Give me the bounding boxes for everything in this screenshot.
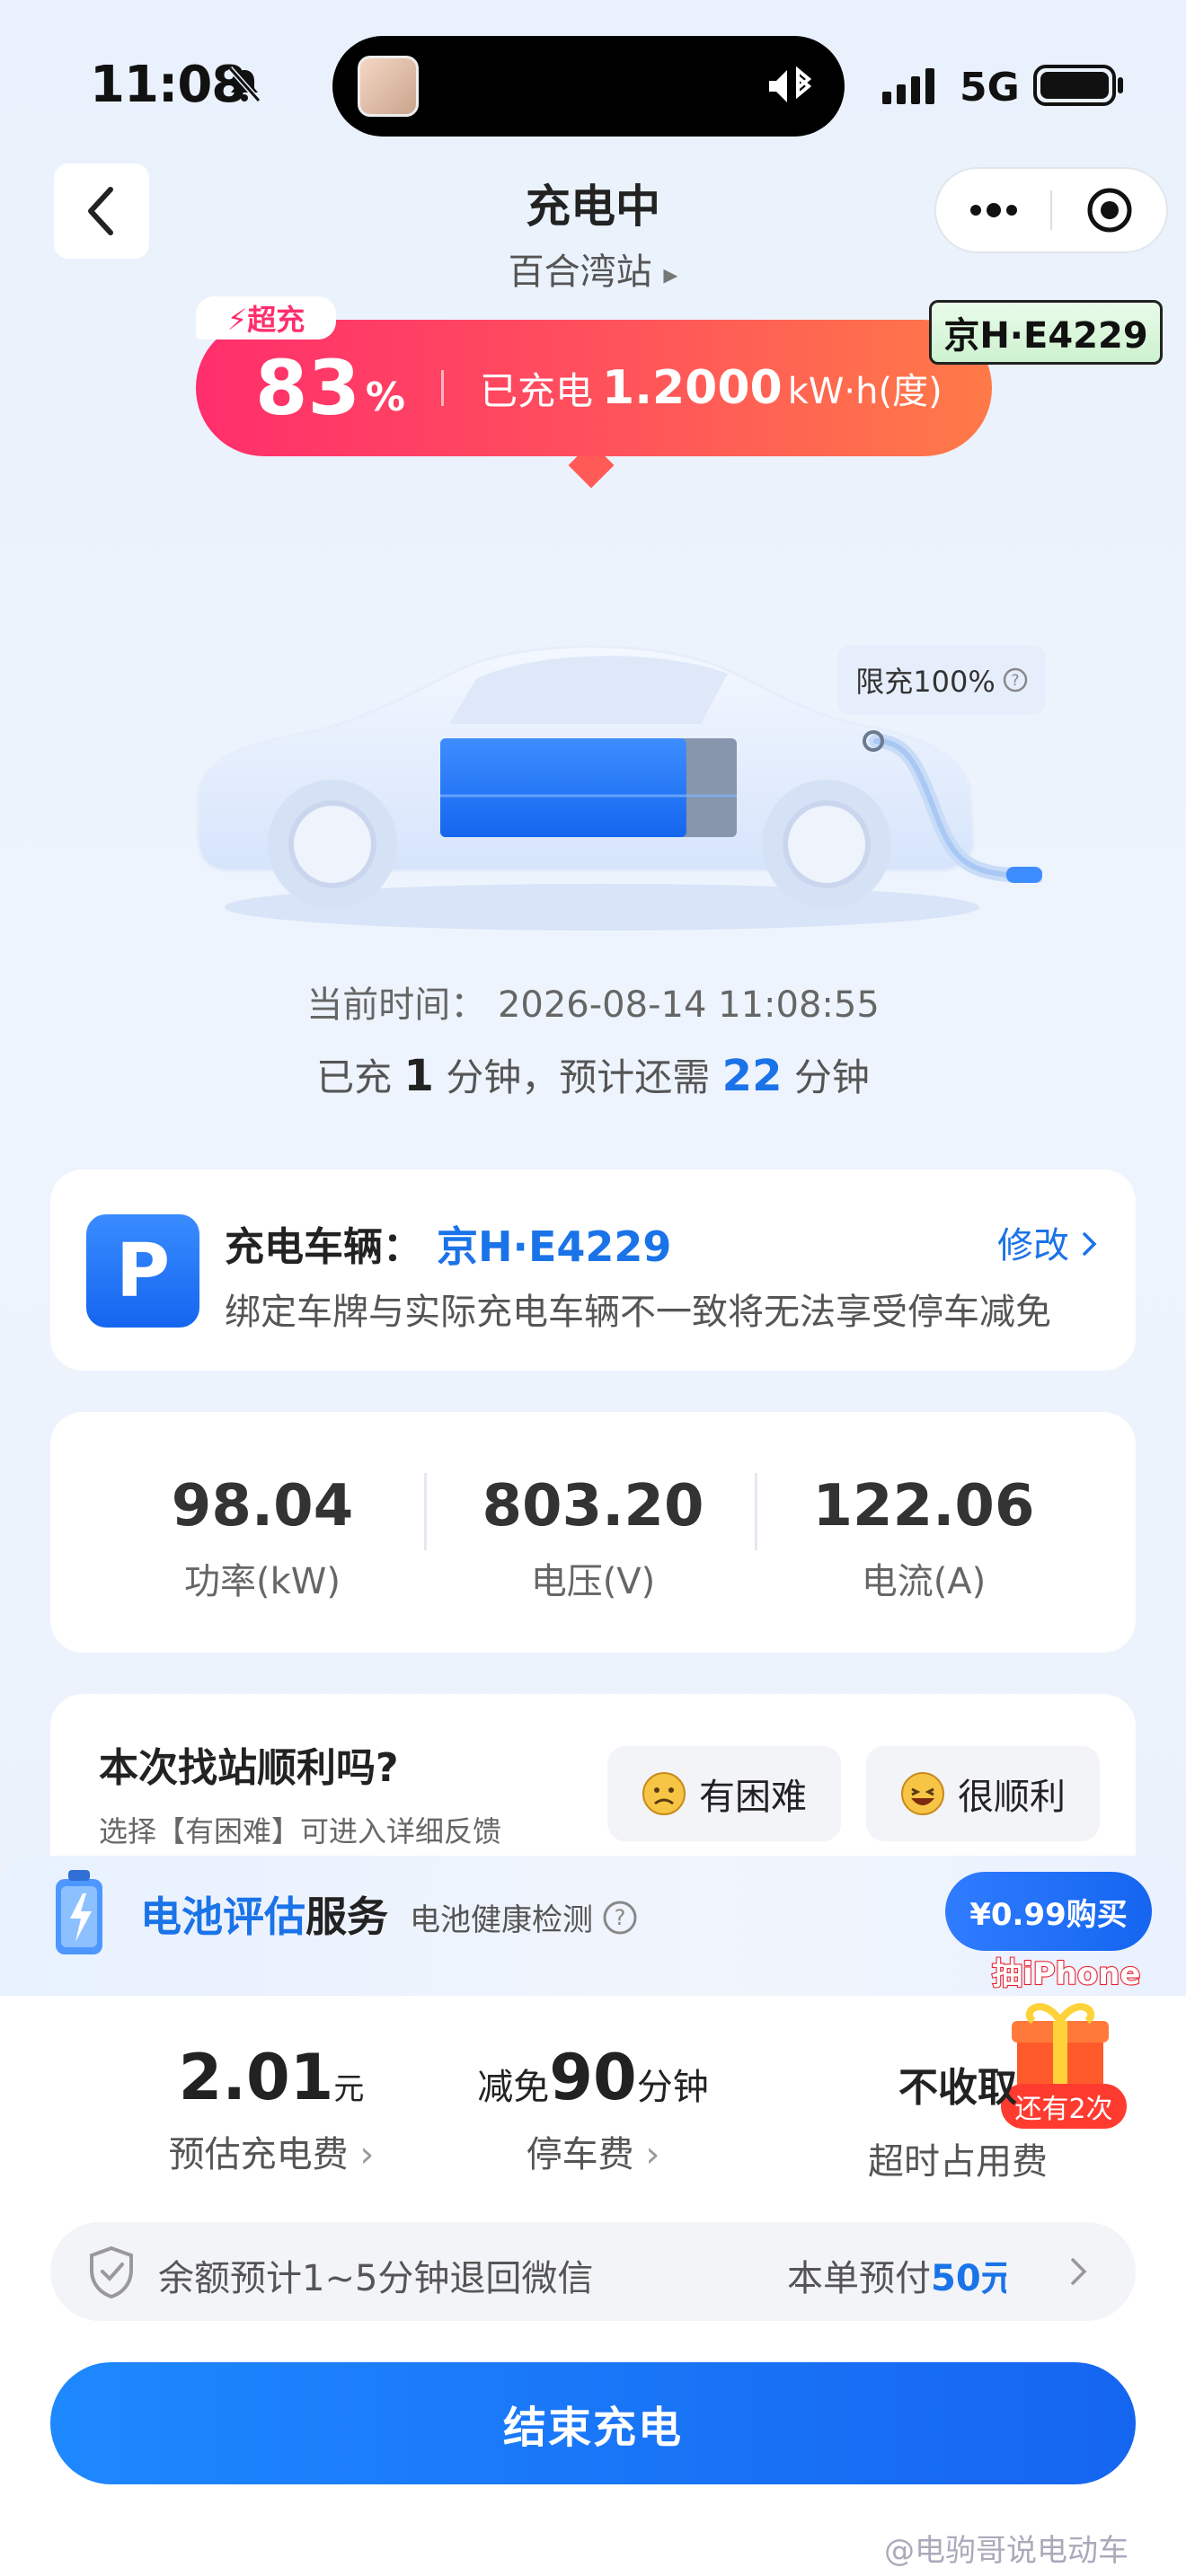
shield-check-icon <box>90 2245 133 2298</box>
banner-divider <box>441 370 444 406</box>
fee-parking-value: 90 <box>549 2041 637 2114</box>
feedback-smooth-label: 很顺利 <box>958 1777 1066 1818</box>
stat-voltage-value: 803.20 <box>482 1473 704 1539</box>
battery-check-icon <box>56 1870 102 1954</box>
mini-program-capsule <box>934 167 1168 253</box>
cellular-signal-icon <box>882 68 934 104</box>
eta-suffix: 分钟 <box>793 1055 870 1099</box>
edit-vehicle-label: 修改 <box>997 1225 1069 1266</box>
chevron-right-icon: › <box>359 2134 375 2175</box>
battery-service-title-a: 电池评估 <box>140 1892 305 1941</box>
vehicle-plate: 京H·E4229 <box>437 1222 672 1271</box>
battery-icon <box>1033 65 1116 106</box>
fee-overtime: 不收取 超时占用费 <box>787 2041 1128 2184</box>
battery-service-title-b: 服务 <box>305 1892 388 1941</box>
charge-limit-label: 限充100% <box>855 665 996 699</box>
battery-service-title: 电池评估服务 <box>140 1884 388 1944</box>
stat-power-label: 功率(kW) <box>184 1561 341 1602</box>
charge-limit-tag[interactable]: 限充100% ? <box>837 645 1046 715</box>
status-time: 11:08 <box>90 56 246 114</box>
eta-middle: 分钟，预计还需 <box>446 1055 711 1099</box>
fee-charge-value: 2.01 <box>178 2041 334 2114</box>
fee-overtime-label: 超时占用费 <box>868 2141 1048 2183</box>
remaining-minutes: 22 <box>721 1051 783 1101</box>
charge-percent: 83 <box>255 344 360 432</box>
prepay-amount: 50元 <box>931 2258 1006 2299</box>
battery-level-bar <box>440 738 686 837</box>
station-name: 百合湾站 <box>508 251 652 293</box>
fee-charge-label: 预估充电费 <box>168 2134 349 2175</box>
more-dots-icon <box>969 203 1017 217</box>
bluetooth-icon <box>769 66 812 102</box>
promo-label: 抽iPhone <box>991 1955 1141 1993</box>
feedback-hard-button[interactable]: 有困难 <box>607 1746 841 1841</box>
bell-muted-icon <box>227 66 261 102</box>
battery-service-subtitle: 电池健康检测 ? <box>410 1895 638 1939</box>
stat-power: 98.04 功率(kW) <box>92 1473 433 1604</box>
stat-voltage-label: 电压(V) <box>530 1561 656 1602</box>
fee-charge[interactable]: 2.01元 预估充电费 › <box>101 2041 442 2177</box>
svg-text:?: ? <box>615 1905 626 1930</box>
charge-eta-row: 已充 1 分钟，预计还需 22 分钟 <box>0 1047 1186 1102</box>
now-playing-avatar <box>358 56 419 117</box>
watermark: @电驹哥说电动车 <box>884 2533 1128 2569</box>
refund-text: 余额预计1~5分钟退回微信 <box>158 2258 594 2299</box>
edit-vehicle-button[interactable]: 修改 <box>997 1216 1099 1268</box>
battery-tip <box>1118 77 1123 93</box>
charged-value: 1.2000 <box>602 361 783 415</box>
super-charge-badge: ⚡超充 <box>196 296 336 340</box>
current-time-label: 当前时间： <box>306 984 487 1026</box>
charged-minutes: 1 <box>403 1051 434 1101</box>
prepay-info: 本单预付50元 <box>787 2249 1006 2301</box>
feedback-subtitle: 选择【有困难】可进入详细反馈 <box>99 1814 502 1848</box>
chevron-right-icon <box>1071 2258 1087 2285</box>
stat-current-label: 电流(A) <box>861 1561 987 1602</box>
parking-icon: P <box>86 1214 199 1328</box>
fee-parking-prefix: 减免 <box>477 2067 550 2108</box>
eta-prefix: 已充 <box>316 1055 393 1099</box>
close-miniprogram-button[interactable] <box>1052 185 1166 235</box>
stat-voltage: 803.20 电压(V) <box>422 1473 764 1604</box>
fee-overtime-value: 不收取 <box>898 2065 1017 2111</box>
charged-label: 已充电 <box>480 368 594 413</box>
car-charging-illustration <box>196 645 1042 931</box>
fee-parking-label: 停车费 <box>526 2134 634 2175</box>
charging-banner: 83 % 已充电 1.2000 kW·h(度) <box>196 320 992 456</box>
end-charging-button[interactable]: 结束充电 <box>50 2362 1136 2484</box>
fee-parking[interactable]: 减免90分钟 停车费 › <box>422 2041 764 2177</box>
help-circle-icon[interactable]: ? <box>602 1900 638 1936</box>
prepay-label: 本单预付 <box>787 2258 931 2299</box>
svg-text:?: ? <box>1011 672 1019 690</box>
station-chevron-icon: ▸ <box>663 257 678 291</box>
more-button[interactable] <box>936 201 1050 219</box>
plate-warning: 绑定车牌与实际充电车辆不一致将无法享受停车减免 <box>225 1292 1051 1333</box>
vehicle-label: 充电车辆： <box>225 1224 422 1270</box>
network-type: 5G <box>960 65 1020 110</box>
license-plate-badge: 京H·E4229 <box>929 300 1163 365</box>
stat-current: 122.06 电流(A) <box>753 1473 1094 1604</box>
battery-health-label: 电池健康检测 <box>410 1902 593 1938</box>
buy-battery-service-button[interactable]: ¥0.99购买 <box>945 1872 1152 1951</box>
stat-current-value: 122.06 <box>812 1473 1035 1539</box>
laughing-face-icon <box>901 1772 944 1815</box>
chevron-right-icon <box>1082 1232 1097 1256</box>
feedback-hard-label: 有困难 <box>699 1777 807 1818</box>
current-time-value: 2026-08-14 11:08:55 <box>497 984 880 1026</box>
fee-parking-unit: 分钟 <box>636 2067 709 2108</box>
fee-charge-unit: 元 <box>333 2071 365 2107</box>
charged-unit: kW·h(度) <box>787 371 943 412</box>
help-circle-icon: ? <box>1003 667 1027 693</box>
feedback-title: 本次找站顺利吗? <box>99 1745 399 1791</box>
chevron-right-icon: › <box>645 2134 660 2175</box>
worried-face-icon <box>642 1772 686 1815</box>
target-circle-icon <box>1087 188 1131 233</box>
charge-percent-unit: % <box>365 374 405 420</box>
feedback-smooth-button[interactable]: 很顺利 <box>866 1746 1100 1841</box>
current-time-row: 当前时间： 2026-08-14 11:08:55 <box>0 975 1186 1028</box>
stat-power-value: 98.04 <box>171 1473 354 1539</box>
